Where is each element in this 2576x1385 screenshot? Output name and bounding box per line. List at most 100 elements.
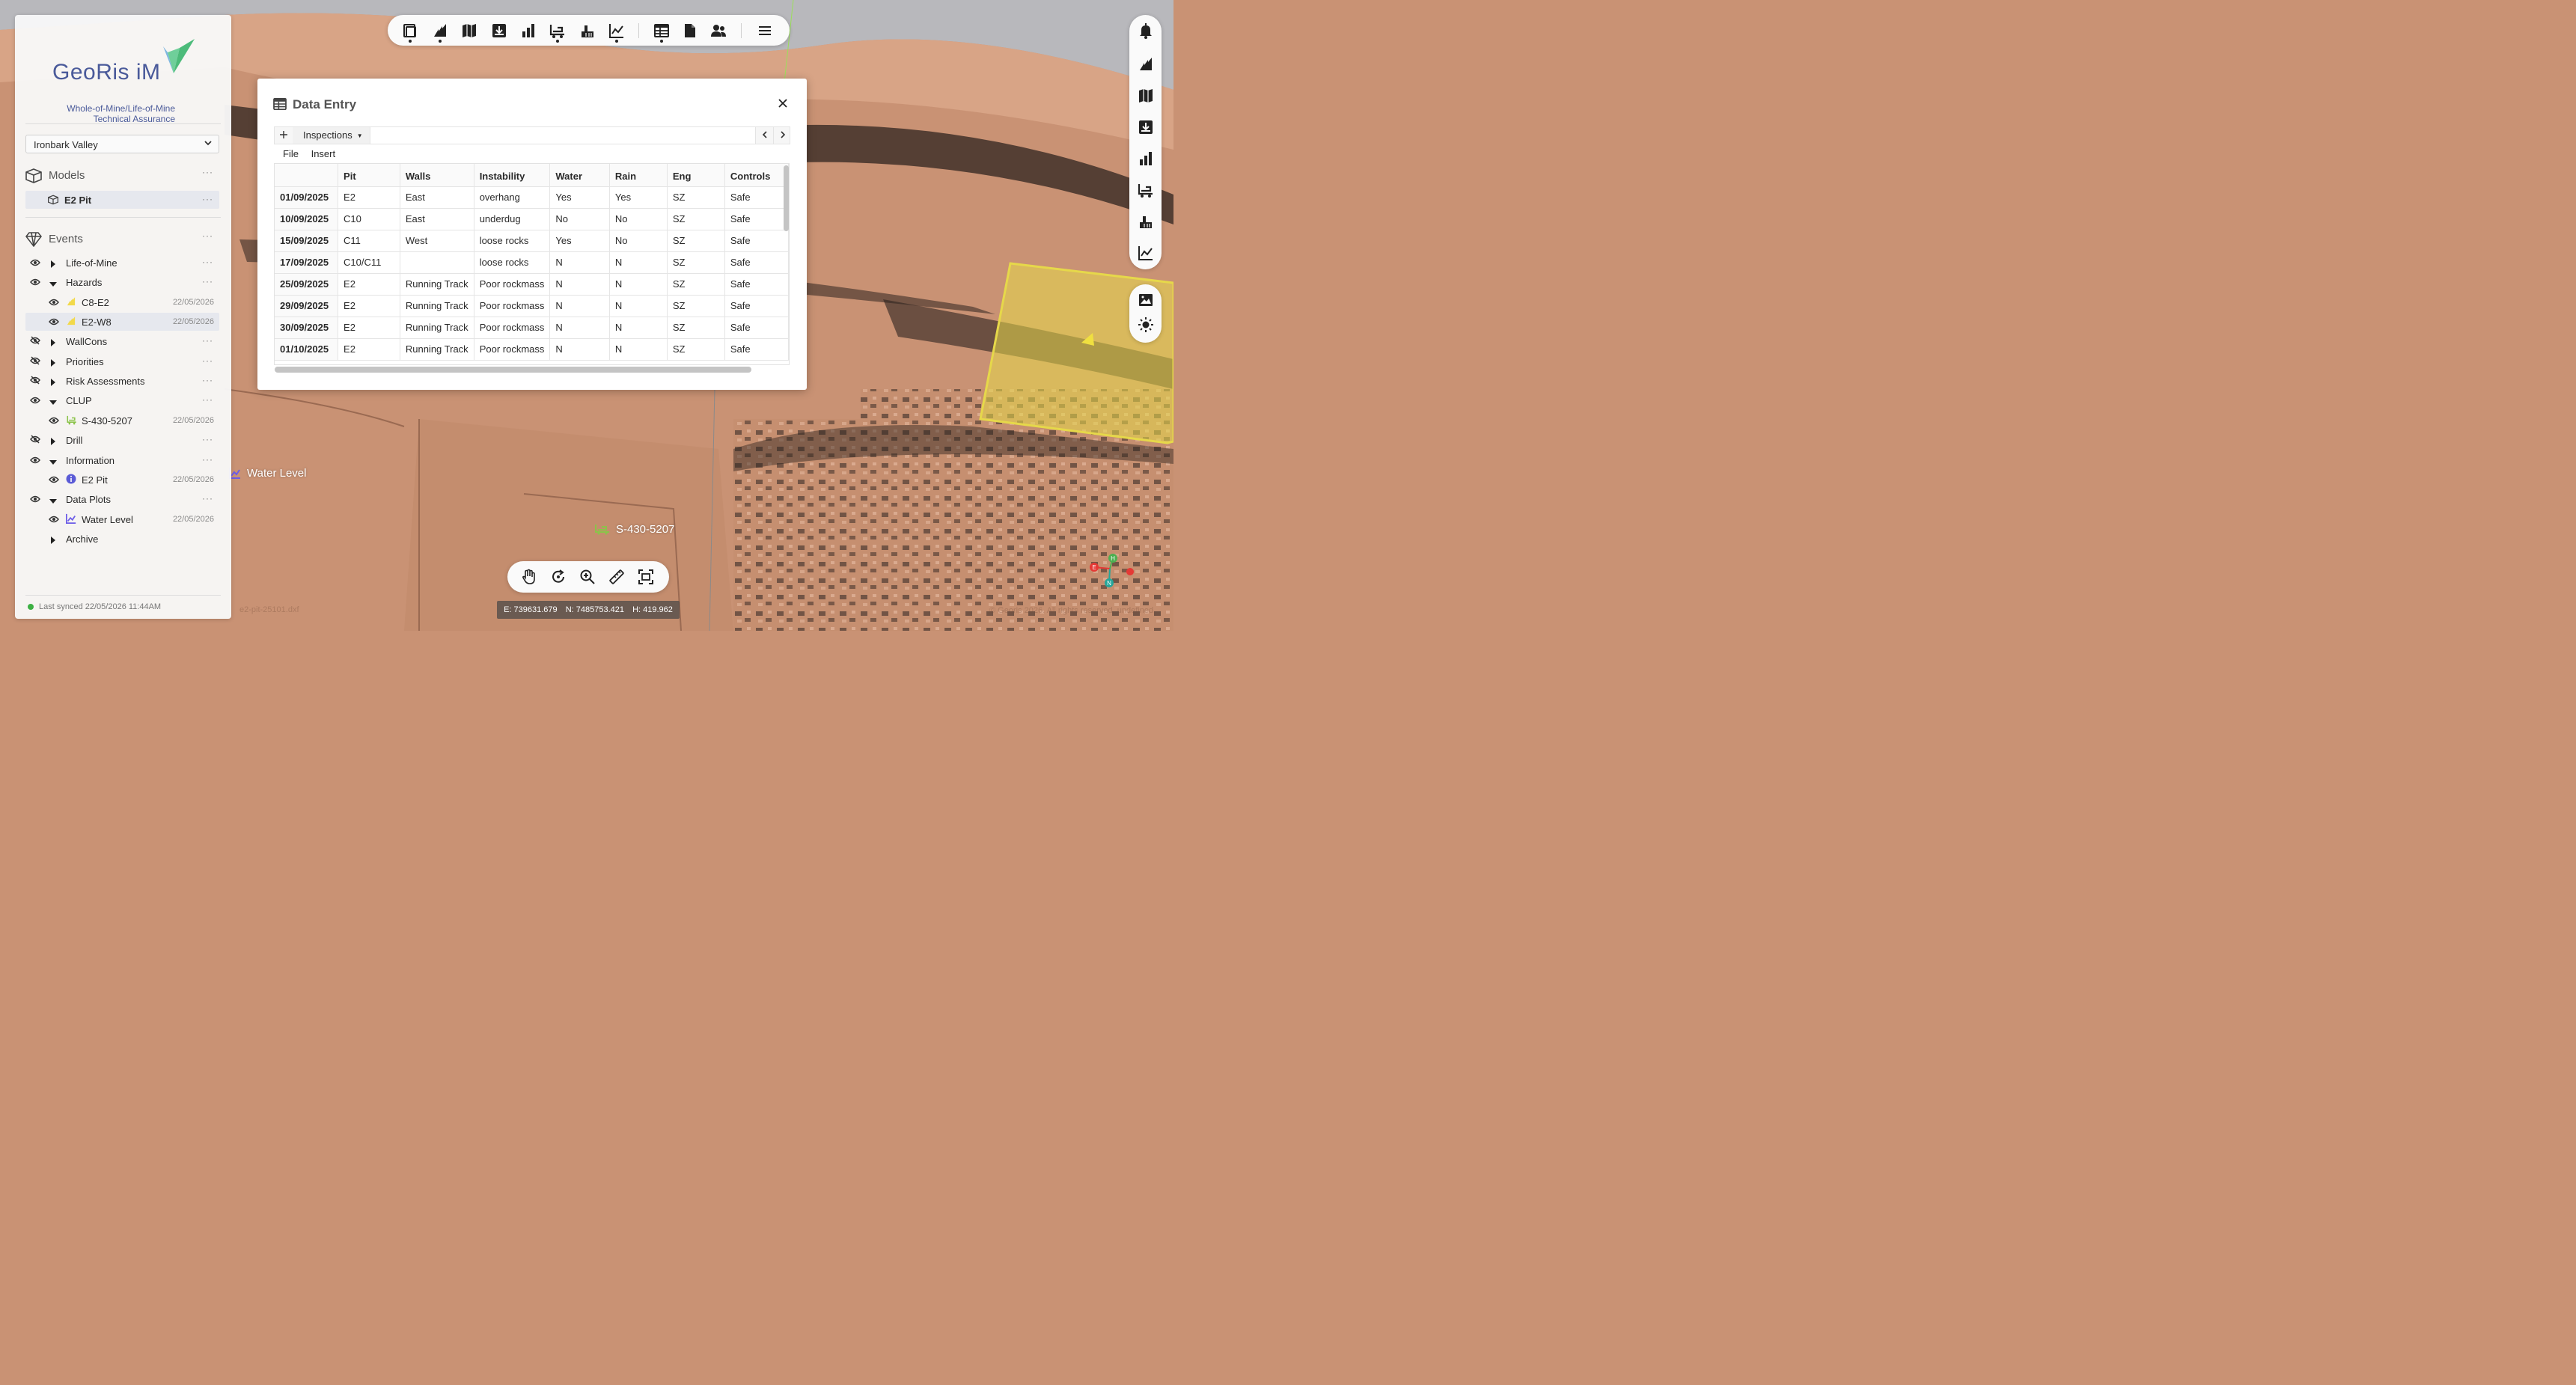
row-header-cell[interactable]: 01/09/2025 bbox=[275, 186, 339, 209]
event-item[interactable]: E2 Pit 22/05/2026 bbox=[25, 471, 219, 489]
table-cell[interactable]: West bbox=[400, 230, 474, 252]
menu-insert[interactable]: Insert bbox=[311, 148, 336, 159]
table-cell[interactable]: Poor rockmass bbox=[474, 273, 551, 296]
table-cell[interactable]: SZ bbox=[667, 230, 725, 252]
table-cell[interactable]: E2 bbox=[338, 273, 400, 296]
table-cell[interactable]: N bbox=[609, 251, 668, 274]
excavator-button[interactable] bbox=[549, 22, 566, 43]
column-header[interactable]: Controls bbox=[724, 164, 789, 187]
table-cell[interactable]: E2 bbox=[338, 186, 400, 209]
table-cell[interactable]: Safe bbox=[724, 295, 789, 317]
table-row[interactable]: 01/09/2025 E2 East overhang Yes Yes SZ Safe bbox=[275, 186, 789, 209]
table-cell[interactable]: Yes bbox=[549, 230, 610, 252]
table-cell[interactable]: Running Track bbox=[400, 338, 474, 361]
row-header-cell[interactable]: 10/09/2025 bbox=[275, 208, 339, 230]
more-icon[interactable]: ··· bbox=[202, 454, 213, 465]
eye-off-icon[interactable] bbox=[30, 435, 40, 446]
column-header[interactable]: Eng bbox=[667, 164, 725, 187]
table-cell[interactable]: underdug bbox=[474, 208, 551, 230]
table-cell[interactable]: Poor rockmass bbox=[474, 317, 551, 339]
events-more-icon[interactable]: ··· bbox=[202, 230, 213, 241]
table-cell[interactable]: Safe bbox=[724, 186, 789, 209]
table-row[interactable]: 29/09/2025 E2 Running Track Poor rockmass N N… bbox=[275, 295, 789, 317]
table-cell[interactable]: overhang bbox=[474, 186, 551, 209]
sheet-next-button[interactable] bbox=[773, 127, 792, 144]
right-drill-button[interactable] bbox=[1138, 213, 1154, 230]
eye-off-icon[interactable] bbox=[30, 376, 40, 387]
more-icon[interactable]: ··· bbox=[202, 394, 213, 405]
visibility-toggle-icon[interactable] bbox=[49, 297, 59, 308]
map-label-water-level[interactable]: Water Level bbox=[229, 467, 306, 480]
map-button[interactable] bbox=[461, 22, 477, 39]
right-excavator-button[interactable] bbox=[1138, 182, 1154, 198]
lighting-button[interactable] bbox=[1138, 317, 1154, 333]
table-cell[interactable]: C10 bbox=[338, 208, 400, 230]
event-group[interactable]: Data Plots ··· bbox=[25, 490, 219, 508]
event-group[interactable]: Archive bbox=[25, 530, 219, 548]
table-cell[interactable]: loose rocks bbox=[474, 251, 551, 274]
table-cell[interactable]: N bbox=[549, 273, 610, 296]
more-icon[interactable]: ··· bbox=[202, 493, 213, 504]
pan-button[interactable] bbox=[521, 569, 537, 585]
table-cell[interactable]: Safe bbox=[724, 273, 789, 296]
event-item[interactable]: S-430-5207 22/05/2026 bbox=[25, 412, 219, 429]
table-cell[interactable]: SZ bbox=[667, 295, 725, 317]
table-cell[interactable]: C11 bbox=[338, 230, 400, 252]
more-icon[interactable]: ··· bbox=[202, 355, 213, 366]
table-cell[interactable]: Running Track bbox=[400, 317, 474, 339]
caret-right-icon[interactable] bbox=[50, 436, 56, 447]
event-group[interactable]: Hazards ··· bbox=[25, 273, 219, 291]
table-cell[interactable]: Safe bbox=[724, 338, 789, 361]
map-label-survey[interactable]: S-430-5207 bbox=[595, 523, 674, 536]
close-button[interactable] bbox=[777, 95, 789, 112]
menu-button[interactable] bbox=[757, 22, 773, 39]
table-cell[interactable]: E2 bbox=[338, 295, 400, 317]
table-row[interactable]: 17/09/2025 C10/C11 loose rocks N N SZ Safe bbox=[275, 251, 789, 274]
table-cell[interactable]: C10/C11 bbox=[338, 251, 400, 274]
caret-down-icon[interactable] bbox=[49, 495, 57, 507]
document-button[interactable] bbox=[682, 22, 698, 39]
fit-extent-button[interactable] bbox=[638, 569, 654, 585]
hazards-button[interactable] bbox=[432, 22, 448, 43]
table-cell[interactable]: N bbox=[549, 317, 610, 339]
spreadsheet-grid[interactable]: Pit Walls Instability Water Rain Eng Controls … bbox=[274, 163, 790, 365]
table-cell[interactable]: Running Track bbox=[400, 295, 474, 317]
table-cell[interactable]: N bbox=[609, 338, 668, 361]
caret-right-icon[interactable] bbox=[50, 377, 56, 388]
table-cell[interactable]: Safe bbox=[724, 208, 789, 230]
drill-button[interactable] bbox=[579, 22, 596, 39]
right-map-button[interactable] bbox=[1138, 88, 1154, 104]
more-icon[interactable]: ··· bbox=[202, 276, 213, 287]
sheet-tab-inspections[interactable]: Inspections ▼ bbox=[293, 127, 370, 144]
table-cell[interactable]: Running Track bbox=[400, 273, 474, 296]
eye-off-icon[interactable] bbox=[30, 356, 40, 367]
table-cell[interactable]: SZ bbox=[667, 208, 725, 230]
caret-right-icon[interactable] bbox=[50, 337, 56, 349]
measure-button[interactable] bbox=[608, 569, 625, 585]
table-cell[interactable]: SZ bbox=[667, 317, 725, 339]
events-header[interactable]: Events ··· bbox=[25, 230, 219, 248]
column-header[interactable]: Rain bbox=[609, 164, 668, 187]
row-header-cell[interactable]: 01/10/2025 bbox=[275, 338, 339, 361]
visibility-toggle-icon[interactable] bbox=[49, 317, 59, 328]
menu-file[interactable]: File bbox=[283, 148, 299, 159]
column-header[interactable]: Pit bbox=[338, 164, 400, 187]
model-item-e2-pit[interactable]: E2 Pit ··· bbox=[25, 191, 219, 209]
models-header[interactable]: Models ··· bbox=[25, 167, 219, 185]
eye-icon[interactable] bbox=[30, 395, 40, 406]
eye-icon[interactable] bbox=[30, 257, 40, 269]
notifications-button[interactable] bbox=[1138, 22, 1154, 39]
caret-right-icon[interactable] bbox=[50, 535, 56, 546]
event-group[interactable]: Life-of-Mine ··· bbox=[25, 254, 219, 272]
sheet-prev-button[interactable] bbox=[755, 127, 774, 144]
eye-icon[interactable] bbox=[30, 494, 40, 505]
table-button[interactable] bbox=[653, 22, 670, 43]
table-cell[interactable]: No bbox=[549, 208, 610, 230]
table-cell[interactable]: Yes bbox=[549, 186, 610, 209]
table-cell[interactable]: E2 bbox=[338, 338, 400, 361]
table-cell[interactable]: Safe bbox=[724, 317, 789, 339]
row-header-cell[interactable]: 30/09/2025 bbox=[275, 317, 339, 339]
line-chart-button[interactable] bbox=[608, 22, 625, 43]
table-cell[interactable]: N bbox=[609, 295, 668, 317]
column-header[interactable]: Instability bbox=[474, 164, 551, 187]
